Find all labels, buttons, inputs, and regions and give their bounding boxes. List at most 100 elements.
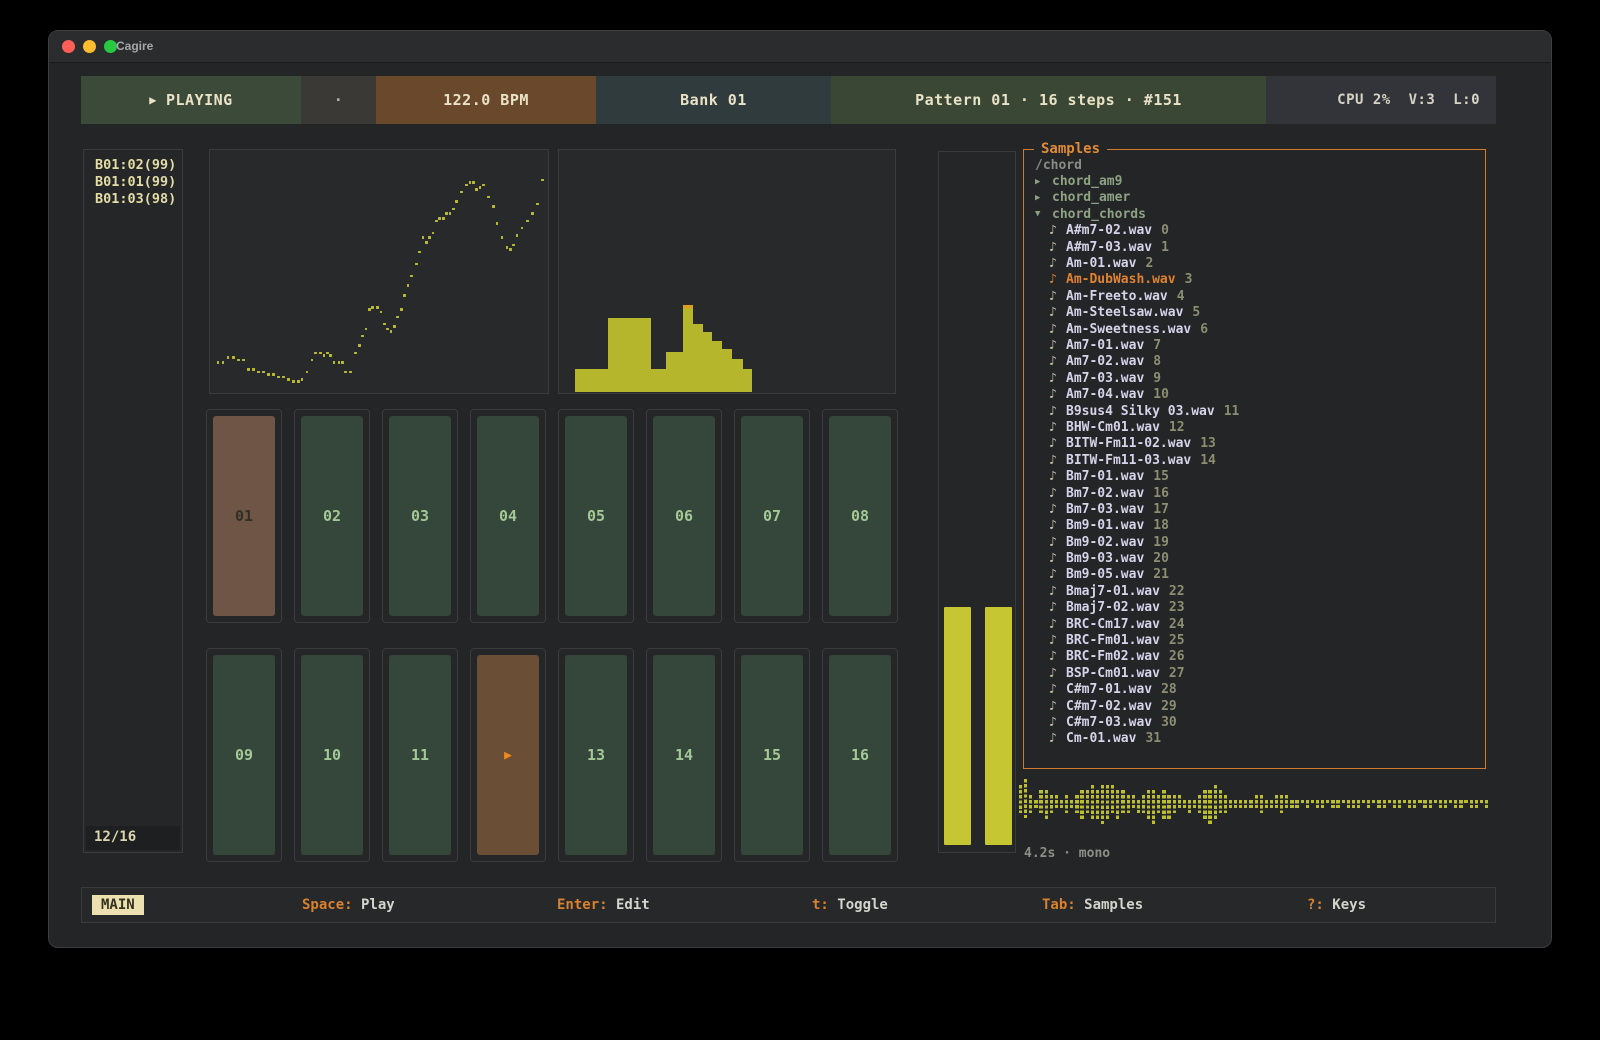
scatter-point bbox=[422, 236, 425, 239]
sample-file-row[interactable]: ♪BITW-Fm11-02.wav13 bbox=[1024, 436, 1483, 452]
scatter-point bbox=[371, 306, 374, 309]
sample-file-row[interactable]: ♪C#m7-02.wav29 bbox=[1024, 698, 1483, 714]
scatter-point bbox=[344, 371, 347, 374]
pad-04[interactable]: 04 bbox=[477, 416, 539, 616]
close-icon[interactable] bbox=[62, 40, 75, 53]
scatter-point bbox=[445, 212, 448, 215]
sample-file-row[interactable]: ♪C#m7-01.wav28 bbox=[1024, 682, 1483, 698]
sample-file-row[interactable]: ♪BRC-Fm01.wav25 bbox=[1024, 632, 1483, 648]
scatter-point bbox=[311, 359, 314, 362]
sample-file-row[interactable]: ♪BSP-Cm01.wav27 bbox=[1024, 665, 1483, 681]
music-note-icon: ♪ bbox=[1049, 633, 1066, 648]
pad-08[interactable]: 08 bbox=[829, 416, 891, 616]
sample-file-row[interactable]: ♪Bm9-02.wav19 bbox=[1024, 534, 1483, 550]
pad-07[interactable]: 07 bbox=[741, 416, 803, 616]
waveform-column bbox=[1306, 800, 1309, 808]
pad-12[interactable]: ▶ bbox=[477, 655, 539, 855]
waveform-column bbox=[1234, 800, 1237, 808]
sample-file-row[interactable]: ♪Bm9-01.wav18 bbox=[1024, 518, 1483, 534]
sample-file-name: C#m7-02.wav bbox=[1066, 699, 1152, 714]
pad-06[interactable]: 06 bbox=[653, 416, 715, 616]
sample-file-row[interactable]: ♪Am-DubWash.wav3 bbox=[1024, 272, 1483, 288]
waveform-column bbox=[1403, 800, 1406, 803]
sample-file-row[interactable]: ♪Am-Freeto.wav4 bbox=[1024, 288, 1483, 304]
music-note-icon: ♪ bbox=[1049, 387, 1066, 402]
sample-file-index: 1 bbox=[1161, 240, 1169, 255]
pad-11[interactable]: 11 bbox=[389, 655, 451, 855]
pad-02[interactable]: 02 bbox=[301, 416, 363, 616]
sample-file-row[interactable]: ♪BITW-Fm11-03.wav14 bbox=[1024, 452, 1483, 468]
sample-file-name: BRC-Cm17.wav bbox=[1066, 617, 1160, 632]
waveform-column bbox=[1265, 800, 1268, 808]
pad-13[interactable]: 13 bbox=[565, 655, 627, 855]
sample-file-row[interactable]: ♪BRC-Fm02.wav26 bbox=[1024, 649, 1483, 665]
histogram-bar bbox=[693, 324, 702, 392]
waveform-column bbox=[1055, 795, 1058, 809]
sample-file-row[interactable]: ♪Bm7-01.wav15 bbox=[1024, 468, 1483, 484]
waveform-column bbox=[1075, 795, 1078, 814]
sample-file-row[interactable]: ♪A#m7-03.wav1 bbox=[1024, 239, 1483, 255]
scatter-point bbox=[496, 222, 499, 225]
waveform-column bbox=[1147, 790, 1150, 819]
sample-file-row[interactable]: ♪B9sus4 Silky 03.wav11 bbox=[1024, 403, 1483, 419]
sample-file-name: Cm-01.wav bbox=[1066, 731, 1136, 746]
sample-file-row[interactable]: ♪Am7-03.wav9 bbox=[1024, 370, 1483, 386]
sample-file-index: 14 bbox=[1200, 453, 1216, 468]
samples-panel: Samples /chord▶chord_am9▶chord_amer▼chor… bbox=[1023, 149, 1486, 769]
sample-file-name: BITW-Fm11-02.wav bbox=[1066, 436, 1191, 451]
scatter-point bbox=[365, 328, 368, 331]
scatter-point bbox=[232, 356, 235, 359]
waveform-column bbox=[1316, 800, 1319, 808]
scatter-point bbox=[358, 344, 361, 347]
sample-file-row[interactable]: ♪BRC-Cm17.wav24 bbox=[1024, 616, 1483, 632]
histogram-bar-peak bbox=[683, 305, 694, 308]
music-note-icon: ♪ bbox=[1049, 469, 1066, 484]
scatter-point bbox=[415, 263, 418, 266]
music-note-icon: ♪ bbox=[1049, 567, 1066, 582]
sample-folder[interactable]: ▶chord_am9 bbox=[1024, 173, 1483, 189]
sample-file-row[interactable]: ♪Bm9-05.wav21 bbox=[1024, 567, 1483, 583]
scatter-point bbox=[482, 184, 485, 187]
pad-15[interactable]: 15 bbox=[741, 655, 803, 855]
sample-file-row[interactable]: ♪Am-Steelsaw.wav5 bbox=[1024, 305, 1483, 321]
transport-status-label: PLAYING bbox=[166, 91, 233, 109]
sample-file-row[interactable]: ♪Bm7-03.wav17 bbox=[1024, 501, 1483, 517]
sample-file-row[interactable]: ♪Cm-01.wav31 bbox=[1024, 731, 1483, 747]
waveform-column bbox=[1372, 800, 1375, 803]
pad-05[interactable]: 05 bbox=[565, 416, 627, 616]
sample-file-row[interactable]: ♪Bmaj7-01.wav22 bbox=[1024, 583, 1483, 599]
pad-10[interactable]: 10 bbox=[301, 655, 363, 855]
sample-file-row[interactable]: ♪Bm9-03.wav20 bbox=[1024, 550, 1483, 566]
scatter-point bbox=[521, 227, 524, 230]
pad-09[interactable]: 09 bbox=[213, 655, 275, 855]
sample-file-row[interactable]: ♪Am7-02.wav8 bbox=[1024, 354, 1483, 370]
waveform-column bbox=[1388, 800, 1391, 803]
sample-file-row[interactable]: ♪Am7-01.wav7 bbox=[1024, 337, 1483, 353]
sample-folder[interactable]: ▼chord_chords bbox=[1024, 206, 1483, 222]
sample-file-row[interactable]: ♪C#m7-03.wav30 bbox=[1024, 714, 1483, 730]
sample-file-row[interactable]: ♪Bm7-02.wav16 bbox=[1024, 485, 1483, 501]
pad-slot: 03 bbox=[382, 409, 458, 623]
sample-file-row[interactable]: ♪Am-Sweetness.wav6 bbox=[1024, 321, 1483, 337]
sample-file-row[interactable]: ♪BHW-Cm01.wav12 bbox=[1024, 419, 1483, 435]
pad-14[interactable]: 14 bbox=[653, 655, 715, 855]
pad-03[interactable]: 03 bbox=[389, 416, 451, 616]
pad-01[interactable]: 01 bbox=[213, 416, 275, 616]
sample-file-index: 18 bbox=[1153, 518, 1169, 533]
sample-file-row[interactable]: ♪A#m7-02.wav0 bbox=[1024, 223, 1483, 239]
scatter-point bbox=[396, 316, 399, 319]
sample-file-row[interactable]: ♪Am-01.wav2 bbox=[1024, 255, 1483, 271]
histogram-bar bbox=[732, 359, 743, 392]
minimize-icon[interactable] bbox=[83, 40, 96, 53]
sample-folder[interactable]: ▶chord_amer bbox=[1024, 190, 1483, 206]
sample-file-row[interactable]: ♪Bmaj7-02.wav23 bbox=[1024, 600, 1483, 616]
scatter-point bbox=[319, 352, 322, 355]
histogram-bar bbox=[722, 349, 732, 392]
pad-16[interactable]: 16 bbox=[829, 655, 891, 855]
waveform-column bbox=[1039, 790, 1042, 814]
pad-slot: 15 bbox=[734, 648, 810, 862]
level-meter-bar bbox=[944, 607, 971, 845]
waveform-column bbox=[1203, 790, 1206, 819]
sample-file-row[interactable]: ♪Am7-04.wav10 bbox=[1024, 386, 1483, 402]
scatter-point bbox=[403, 294, 406, 297]
